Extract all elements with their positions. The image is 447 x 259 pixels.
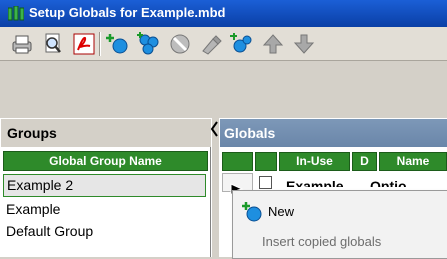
context-menu-item-new[interactable]: New [241,201,441,225]
d-column-header[interactable]: D [352,152,377,171]
context-menu-label-new: New [268,204,295,219]
context-menu-item-insert-copied-globals[interactable]: Insert copied globals [262,234,381,249]
row-checkbox[interactable] [259,176,272,189]
pdf-icon[interactable] [71,31,97,57]
print-preview-icon[interactable] [40,31,66,57]
in-use-column-header[interactable]: In-Use [279,152,350,171]
new-global-icon [242,202,262,222]
global-group-name-column-header[interactable]: Global Group Name [3,151,208,171]
app-icon [8,6,24,21]
move-down-icon[interactable] [291,31,317,57]
group-row[interactable]: Default Group [3,221,206,243]
globals-header-label: Globals [224,125,276,141]
move-up-icon[interactable] [260,31,286,57]
window-title: Setup Globals for Example.mbd [29,5,226,20]
title-bar: Setup Globals for Example.mbd [0,0,447,27]
rename-icon[interactable] [198,31,224,57]
groups-panel-header: Groups [0,118,212,148]
collapse-arrow-icon[interactable] [210,121,219,137]
group-row[interactable]: Example [3,199,206,221]
copy-globals-icon[interactable] [229,31,255,57]
grid-corner-header [222,152,253,171]
new-multiple-globals-icon[interactable] [136,31,162,57]
toolbar [0,27,447,61]
global-value-cell[interactable]: Optio [370,173,430,187]
grid-check-header [255,152,277,171]
name-column-header[interactable]: Name [379,152,447,171]
group-row-selected[interactable]: Example 2 [3,174,206,197]
toolbar-separator [99,32,101,56]
delete-icon[interactable] [167,31,193,57]
global-name-cell[interactable]: Example 2 [286,173,354,187]
groups-header-label: Groups [7,125,57,141]
new-global-icon[interactable] [105,31,131,57]
globals-panel-header: Globals [219,118,447,148]
print-icon[interactable] [9,31,35,57]
context-menu: New Insert copied globals [232,190,447,259]
